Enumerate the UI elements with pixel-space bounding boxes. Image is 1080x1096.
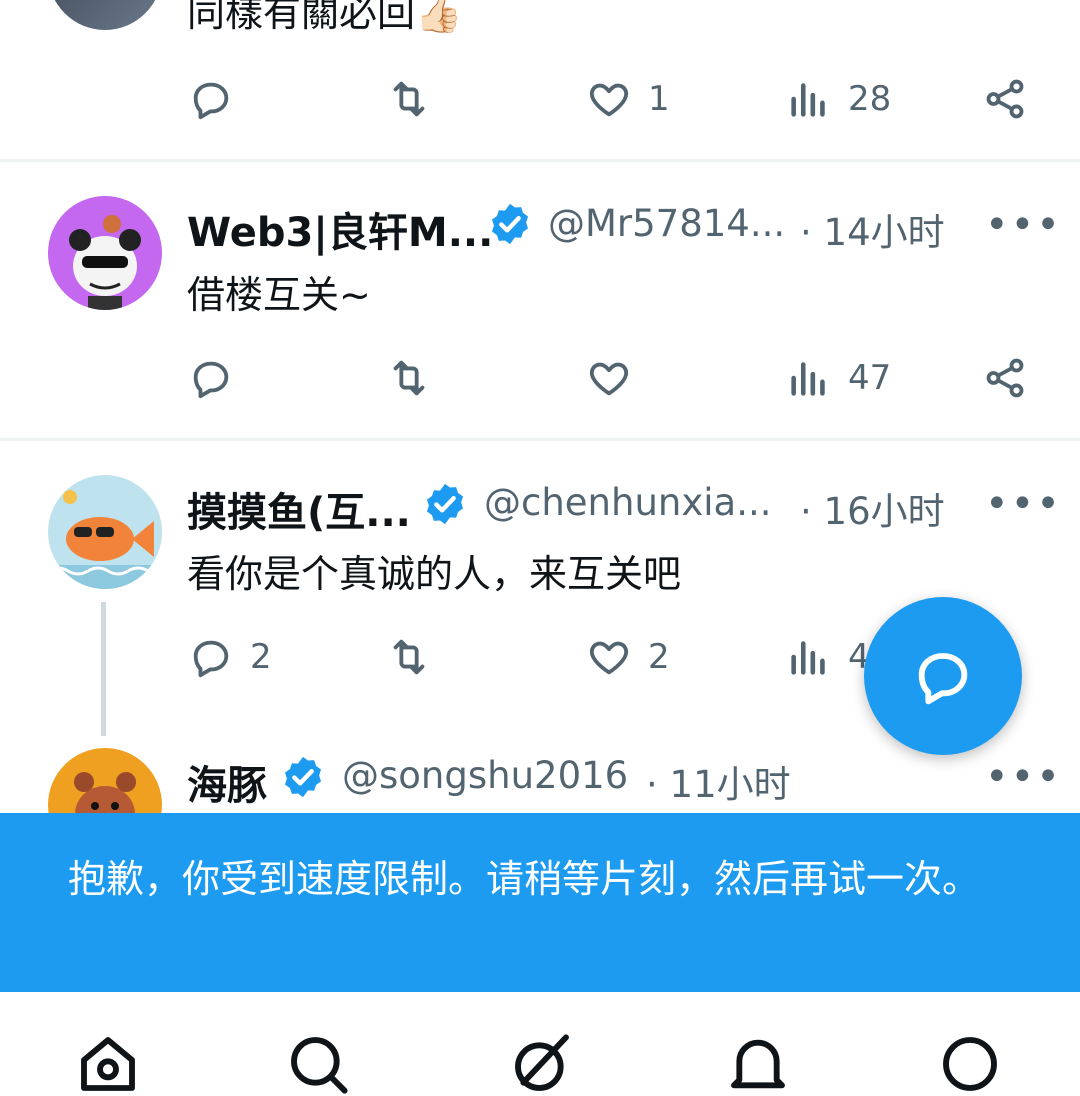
- views-icon: [791, 641, 825, 675]
- more-options-icon[interactable]: •••: [985, 481, 1062, 527]
- reply-icon: [193, 82, 229, 120]
- verified-badge-icon: [284, 756, 322, 798]
- tweet-text: 同樣有關必回👍🏻: [187, 0, 462, 37]
- divider: [0, 438, 1080, 441]
- retweet-button[interactable]: [386, 632, 448, 682]
- notifications-icon[interactable]: [726, 1032, 790, 1096]
- retweet-icon: [393, 81, 425, 117]
- views-icon: [791, 83, 825, 117]
- views-icon: [791, 362, 825, 396]
- rate-limit-toast: 抱歉，你受到速度限制。请稍等片刻，然后再试一次。: [0, 813, 1080, 992]
- heart-icon: [589, 362, 629, 396]
- reply-icon: [193, 361, 229, 399]
- handle[interactable]: @chenhunxia...: [484, 481, 772, 524]
- reply-button[interactable]: [188, 353, 250, 403]
- views-button[interactable]: 47: [786, 353, 891, 403]
- toast-message: 抱歉，你受到速度限制。请稍等片刻，然后再试一次。: [68, 857, 981, 901]
- like-button[interactable]: 2: [586, 632, 670, 682]
- thumbs-up-icon: 👍🏻: [415, 0, 463, 35]
- search-icon[interactable]: [286, 1032, 350, 1096]
- share-button[interactable]: [982, 74, 1028, 124]
- timestamp[interactable]: · 14小时: [800, 202, 945, 256]
- retweet-button[interactable]: [386, 74, 448, 124]
- messages-icon[interactable]: [938, 1032, 1002, 1096]
- retweet-button[interactable]: [386, 353, 448, 403]
- display-name[interactable]: Web3|良轩M...: [187, 200, 493, 258]
- thread-line: [101, 602, 106, 736]
- goldfish-avatar-icon: [48, 490, 162, 589]
- timestamp[interactable]: · 11小时: [646, 754, 791, 808]
- views-button[interactable]: 28: [786, 74, 891, 124]
- reply-button[interactable]: 2: [188, 632, 272, 682]
- tweet-text: 看你是个真诚的人，来互关吧: [187, 552, 682, 596]
- retweet-icon: [393, 639, 425, 675]
- verified-badge-icon: [491, 203, 529, 245]
- handle[interactable]: @songshu2016: [342, 754, 628, 797]
- reply-button[interactable]: [188, 74, 250, 124]
- timestamp[interactable]: · 16小时: [800, 481, 945, 535]
- display-name[interactable]: 摸摸鱼(互...: [187, 480, 411, 538]
- retweet-icon: [393, 360, 425, 396]
- reply-fab-button[interactable]: [864, 597, 1022, 755]
- views-button[interactable]: 4: [786, 632, 870, 682]
- share-icon: [986, 79, 1024, 119]
- heart-icon: [589, 83, 629, 117]
- panda-avatar-icon: [69, 215, 141, 310]
- divider: [0, 159, 1080, 162]
- avatar[interactable]: [48, 0, 162, 30]
- verified-badge-icon: [426, 483, 464, 525]
- home-icon[interactable]: [76, 1032, 140, 1096]
- more-options-icon[interactable]: •••: [985, 754, 1062, 800]
- reply-bubble-icon: [918, 653, 968, 705]
- share-icon: [986, 358, 1024, 398]
- share-button[interactable]: [982, 353, 1028, 403]
- display-name[interactable]: 海豚: [187, 753, 267, 811]
- like-button[interactable]: [586, 353, 648, 403]
- tweet-text: 借楼互关~: [187, 273, 371, 317]
- reply-icon: [193, 640, 229, 678]
- more-options-icon[interactable]: •••: [985, 202, 1062, 248]
- grok-icon[interactable]: [510, 1032, 574, 1096]
- heart-icon: [589, 641, 629, 675]
- avatar[interactable]: [48, 475, 162, 589]
- bottom-nav: [0, 992, 1080, 1094]
- avatar[interactable]: [48, 196, 162, 310]
- handle[interactable]: @Mr57814...: [548, 202, 785, 245]
- like-button[interactable]: 1: [586, 74, 670, 124]
